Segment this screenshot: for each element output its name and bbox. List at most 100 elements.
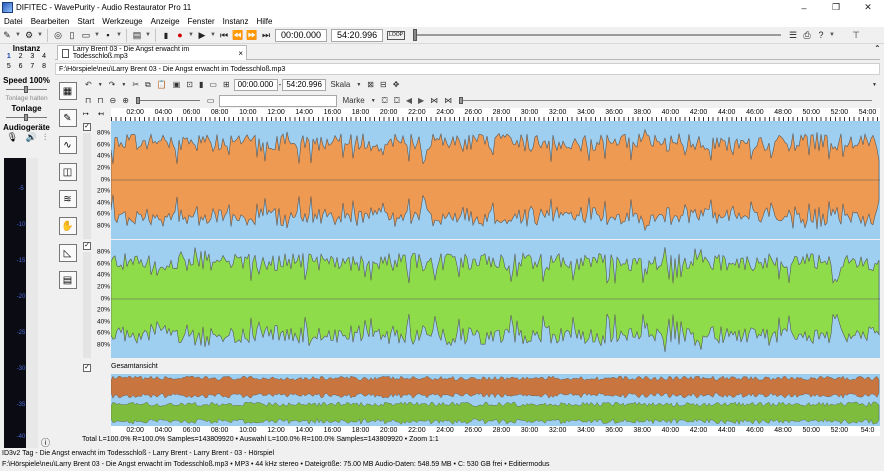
- envelope-tool-icon[interactable]: ◫: [58, 163, 77, 181]
- selection-end-field[interactable]: 54:20.996: [282, 78, 327, 91]
- pause-icon[interactable]: ▮: [160, 28, 172, 42]
- instance-5[interactable]: 5: [3, 63, 15, 70]
- menu-anzeige[interactable]: Anzeige: [147, 17, 184, 26]
- fade-tool-icon[interactable]: ◺: [58, 244, 77, 262]
- seek-thumb[interactable]: [413, 29, 417, 41]
- zoom-slider[interactable]: [135, 97, 200, 104]
- chevron-down-icon[interactable]: ▼: [872, 82, 877, 88]
- fast-forward-icon[interactable]: ⏩: [246, 28, 258, 42]
- chevron-up-icon[interactable]: ⌃: [874, 44, 881, 58]
- new-file-icon[interactable]: ▯: [66, 28, 78, 42]
- paste-icon[interactable]: 📋: [157, 80, 167, 89]
- selection-start-field[interactable]: 00:00.000: [233, 78, 278, 91]
- instance-2[interactable]: 2: [15, 53, 27, 60]
- marker-prev-icon[interactable]: ◀: [406, 96, 412, 105]
- menu-fenster[interactable]: Fenster: [184, 17, 219, 26]
- redo-icon[interactable]: ↷: [109, 80, 116, 89]
- skip-start-icon[interactable]: ⏮: [218, 28, 230, 42]
- delete-icon[interactable]: ▮: [199, 80, 203, 89]
- chevron-down-icon[interactable]: ▼: [94, 28, 100, 42]
- restore-button[interactable]: ❐: [820, 0, 852, 15]
- zoom-out-icon[interactable]: ⊖: [110, 96, 117, 105]
- zoom-fit-icon[interactable]: ⊠: [367, 80, 374, 89]
- right-channel-checkbox[interactable]: ✓: [83, 242, 91, 250]
- zoom-knob[interactable]: [135, 97, 140, 104]
- save-icon[interactable]: ▪: [102, 28, 114, 42]
- menu-start[interactable]: Start: [73, 17, 98, 26]
- menu-bearbeiten[interactable]: Bearbeiten: [27, 17, 74, 26]
- chevron-down-icon[interactable]: ▼: [356, 82, 361, 88]
- scroll-slider[interactable]: [459, 97, 872, 104]
- insert-icon[interactable]: ⊞: [223, 80, 230, 89]
- crop-icon[interactable]: ⊡: [186, 80, 193, 89]
- right-channel-zoom-strip[interactable]: [83, 252, 91, 358]
- scale-dropdown[interactable]: [219, 94, 338, 107]
- undo-icon[interactable]: ↶: [85, 80, 92, 89]
- mixer-icon[interactable]: ⫶: [44, 132, 46, 143]
- chevron-down-icon[interactable]: ▼: [15, 28, 21, 42]
- microphone-icon[interactable]: 🎙: [7, 132, 18, 143]
- menu-hilfe[interactable]: Hilfe: [252, 17, 276, 26]
- grid-select-icon[interactable]: ▦: [58, 82, 77, 100]
- wand-icon[interactable]: ✎: [1, 28, 13, 42]
- chevron-down-icon[interactable]: ▼: [116, 28, 122, 42]
- marker-clear-icon[interactable]: ⋈: [444, 96, 452, 105]
- pencil-icon[interactable]: ✎: [58, 109, 77, 127]
- marker-split-icon[interactable]: ⋈: [430, 96, 438, 105]
- playback-position-field[interactable]: 00:00.000: [275, 28, 328, 42]
- marker-add-icon[interactable]: ⛋: [382, 96, 388, 106]
- tonlage-knob[interactable]: [24, 114, 28, 121]
- instance-8[interactable]: 8: [38, 63, 50, 70]
- instance-3[interactable]: 3: [27, 53, 39, 60]
- goto-start-icon[interactable]: ↦: [83, 110, 89, 118]
- menu-werkzeuge[interactable]: Werkzeuge: [98, 17, 146, 26]
- chevron-down-icon[interactable]: ▼: [145, 28, 151, 42]
- overview-waveform[interactable]: [111, 374, 880, 426]
- pin-icon[interactable]: ⊤: [850, 28, 862, 42]
- record-icon[interactable]: ●: [174, 28, 186, 42]
- settings-gear-icon[interactable]: ⚙: [23, 28, 35, 42]
- document-tab[interactable]: Larry Brent 03 - Die Angst erwacht im To…: [57, 45, 247, 60]
- instance-1[interactable]: 1: [3, 53, 15, 60]
- tab-close-icon[interactable]: ×: [238, 49, 243, 58]
- zoom-in-icon[interactable]: ⊕: [122, 96, 129, 105]
- menu-instanz[interactable]: Instanz: [219, 17, 253, 26]
- skip-end-icon[interactable]: ⏭: [260, 28, 272, 42]
- silence-icon[interactable]: ▭: [209, 80, 217, 89]
- menu-datei[interactable]: Datei: [0, 17, 27, 26]
- cut-icon[interactable]: ✂: [132, 80, 139, 89]
- chevron-down-icon[interactable]: ▼: [188, 28, 194, 42]
- seek-slider[interactable]: [413, 29, 781, 41]
- rewind-icon[interactable]: ⏪: [232, 28, 244, 42]
- scroll-knob[interactable]: [459, 97, 464, 104]
- left-channel-zoom-strip[interactable]: [83, 133, 91, 239]
- open-folder-icon[interactable]: ▭: [80, 28, 92, 42]
- speed-knob[interactable]: [24, 86, 28, 93]
- speed-slider[interactable]: [6, 86, 47, 93]
- move-icon[interactable]: ✥: [393, 80, 400, 89]
- hand-tool-icon[interactable]: ✋: [58, 217, 77, 235]
- speaker-icon[interactable]: 🔊: [25, 132, 36, 143]
- chevron-down-icon[interactable]: ▼: [98, 82, 103, 88]
- copy-icon[interactable]: ⧉: [145, 80, 151, 90]
- paste-mix-icon[interactable]: ▣: [173, 80, 181, 89]
- chevron-down-icon[interactable]: ▼: [121, 82, 126, 88]
- wave-tool-icon[interactable]: ∿: [58, 136, 77, 154]
- info-icon[interactable]: ⓘ: [41, 436, 50, 449]
- spectrum-tool-icon[interactable]: ≋: [58, 190, 77, 208]
- document-icon[interactable]: ▤: [131, 28, 143, 42]
- time-ruler[interactable]: 02:00 04:00 06:00 08:00 10:00 12:00 14:00 16:00…: [111, 108, 880, 121]
- chevron-down-icon[interactable]: ▼: [210, 28, 216, 42]
- instance-6[interactable]: 6: [15, 63, 27, 70]
- goto-end-icon[interactable]: ↤: [98, 110, 104, 118]
- tonlage-slider[interactable]: [6, 114, 47, 121]
- right-channel-waveform[interactable]: [111, 240, 880, 358]
- speaker-right-icon[interactable]: ⊓: [97, 96, 103, 105]
- play-icon[interactable]: ▶: [196, 28, 208, 42]
- list-tool-icon[interactable]: ▤: [58, 271, 77, 289]
- chevron-down-icon[interactable]: ▼: [829, 28, 835, 42]
- chevron-down-icon[interactable]: ▼: [37, 28, 43, 42]
- print-icon[interactable]: ⎙: [801, 28, 813, 42]
- tonlage-halten-label[interactable]: Tonlage halten: [0, 95, 53, 102]
- overview-checkbox[interactable]: ✓: [83, 364, 91, 372]
